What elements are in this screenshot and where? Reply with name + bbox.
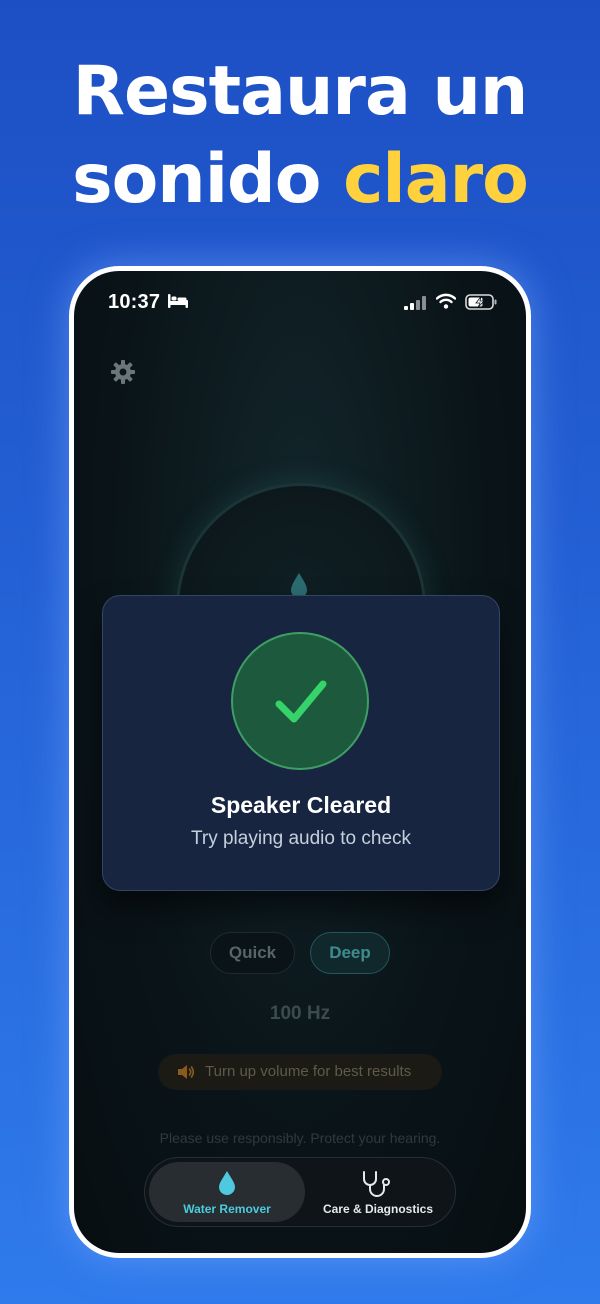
tab-care-diagnostics[interactable]: Care & Diagnostics [305, 1162, 451, 1222]
phone-frame: 10:37 Speaker Cleared Try playing audio … [69, 266, 531, 1258]
headline-line-1: Restaura un [72, 52, 529, 131]
battery-charging-icon [465, 294, 497, 310]
tab-label: Water Remover [183, 1202, 271, 1216]
settings-gear-icon[interactable] [110, 359, 136, 385]
wifi-icon [436, 293, 456, 309]
volume-tip-text: Turn up volume for best results [205, 1063, 412, 1080]
status-time: 10:37 [108, 291, 161, 313]
headline-line-2: sonido claro [0, 136, 600, 224]
headline-word: sonido [72, 140, 321, 219]
cellular-signal-icon [404, 296, 426, 310]
frequency-readout: 100 Hz [269, 1003, 331, 1024]
safety-disclaimer: Please use responsibly. Protect your hea… [159, 1130, 441, 1146]
bottom-tab-bar: Water Remover Care & Diagnostics [144, 1157, 456, 1227]
mode-deep-button[interactable]: Deep [310, 932, 390, 974]
dialog-subtitle: Try playing audio to check [190, 828, 412, 849]
volume-tip-banner: Turn up volume for best results [158, 1054, 442, 1090]
checkmark-icon [275, 680, 327, 723]
tab-water-remover[interactable]: Water Remover [149, 1162, 305, 1222]
sleep-focus-icon [168, 294, 188, 308]
status-bar: 10:37 [74, 271, 526, 321]
headline-accent-word: claro [343, 140, 529, 219]
mode-quick-button[interactable]: Quick [210, 932, 295, 974]
stethoscope-icon [363, 1171, 390, 1197]
speaker-volume-icon [178, 1065, 195, 1079]
tab-label: Care & Diagnostics [322, 1202, 434, 1216]
dialog-title: Speaker Cleared [210, 792, 392, 818]
speaker-cleared-dialog: Speaker Cleared Try playing audio to che… [102, 595, 500, 891]
app-screen: 10:37 Speaker Cleared Try playing audio … [74, 271, 526, 1253]
promo-headline: Restaura un sonido claro [0, 48, 600, 224]
water-drop-icon [219, 1171, 235, 1195]
success-badge [231, 632, 369, 770]
